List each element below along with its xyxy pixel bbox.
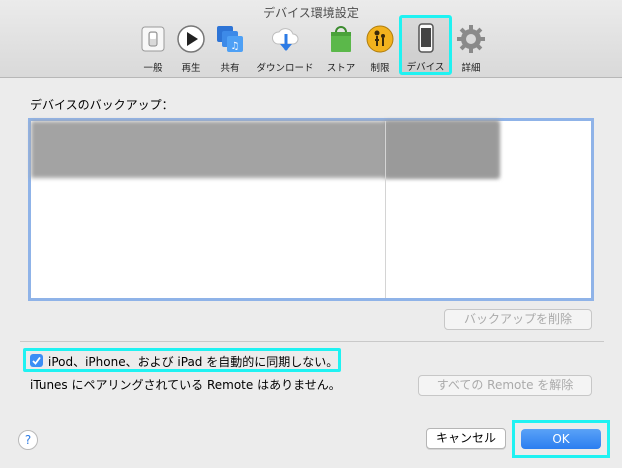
help-button[interactable]: ?	[18, 430, 38, 450]
tab-label: 詳細	[461, 63, 481, 74]
prevent-sync-label: iPod、iPhone、および iPad を自動的に同期しない。	[48, 355, 339, 369]
tab-label: 再生	[181, 63, 201, 74]
tab-label: ストア	[326, 63, 356, 74]
titlebar: デバイス環境設定 一般 再生 ♫ 共有 ダウンロード ストア 制限 デバイス 詳…	[0, 0, 622, 78]
tab-store[interactable]: ストア	[322, 20, 360, 74]
parental-controls-icon	[366, 25, 394, 53]
column-divider	[385, 121, 386, 298]
backup-list[interactable]	[28, 118, 594, 301]
tab-label: ダウンロード	[256, 63, 314, 74]
remote-status-text: iTunes にペアリングされている Remote はありません。	[30, 378, 341, 392]
checkmark-icon	[32, 356, 41, 365]
tab-advanced[interactable]: 詳細	[454, 20, 488, 74]
tab-label: 制限	[370, 63, 390, 74]
tab-label: デバイス	[406, 62, 445, 73]
preferences-window: デバイス環境設定 一般 再生 ♫ 共有 ダウンロード ストア 制限 デバイス 詳…	[0, 0, 622, 468]
tab-general[interactable]: 一般	[136, 20, 170, 74]
tab-devices[interactable]: デバイス	[399, 15, 452, 75]
tab-sharing[interactable]: ♫ 共有	[212, 20, 248, 74]
ok-button-highlight: OK	[512, 420, 610, 458]
unpair-remotes-button[interactable]: すべての Remote を解除	[418, 375, 592, 396]
tab-label: 一般	[143, 63, 163, 74]
divider	[20, 341, 604, 342]
tab-downloads[interactable]: ダウンロード	[252, 20, 318, 74]
general-switch-icon	[141, 26, 165, 52]
store-bag-icon	[331, 26, 351, 52]
prevent-sync-checkbox[interactable]	[30, 354, 43, 367]
delete-backup-button[interactable]: バックアップを削除	[444, 309, 592, 330]
svg-text:♫: ♫	[231, 41, 240, 52]
backup-section-label: デバイスのバックアップ：	[30, 98, 174, 112]
device-iphone-icon	[417, 23, 434, 53]
play-icon	[177, 25, 205, 53]
gear-icon	[457, 25, 485, 53]
ok-button[interactable]: OK	[521, 429, 601, 449]
sharing-icon: ♫	[217, 26, 243, 52]
tab-restrictions[interactable]: 制限	[364, 20, 396, 74]
toolbar: 一般 再生 ♫ 共有 ダウンロード ストア 制限 デバイス 詳細	[0, 15, 622, 76]
prevent-sync-option[interactable]: iPod、iPhone、および iPad を自動的に同期しない。	[23, 348, 341, 372]
download-cloud-icon	[272, 28, 299, 51]
cancel-button[interactable]: キャンセル	[426, 428, 506, 449]
backup-row-date-redacted	[385, 121, 499, 178]
tab-playback[interactable]: 再生	[174, 20, 208, 74]
tab-label: 共有	[220, 63, 240, 74]
